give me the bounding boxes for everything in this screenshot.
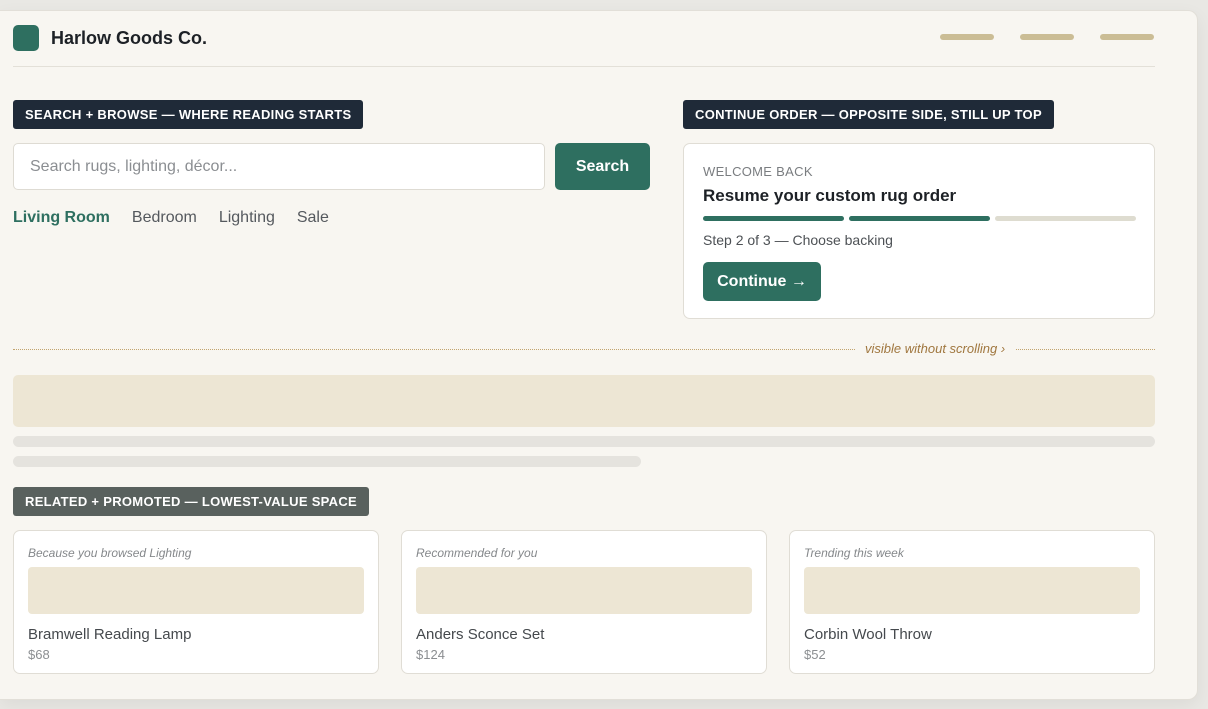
continue-button[interactable]: Continue → — [703, 262, 821, 301]
nav-placeholder-2[interactable] — [1020, 34, 1074, 40]
category-sale[interactable]: Sale — [297, 209, 329, 227]
resume-step-text: Step 2 of 3 — Choose backing — [703, 232, 893, 248]
resume-order-card: WELCOME BACK Resume your custom rug orde… — [683, 143, 1155, 319]
product-card[interactable]: Trending this week Corbin Wool Throw $52 — [789, 530, 1155, 674]
product-card[interactable]: Recommended for you Anders Sconce Set $1… — [401, 530, 767, 674]
placeholder-line — [13, 456, 641, 467]
category-nav: Living Room Bedroom Lighting Sale — [13, 209, 329, 227]
placeholder-line — [13, 436, 1155, 447]
placeholder-banner — [13, 375, 1155, 427]
search-section-tag: Search + Browse — where reading starts — [13, 100, 364, 129]
related-section-tag: Related + promoted — lowest-value space — [13, 487, 370, 516]
product-eyebrow: Recommended for you — [416, 546, 538, 560]
product-eyebrow: Because you browsed Lighting — [28, 546, 192, 560]
category-living-room[interactable]: Living Room — [13, 209, 110, 227]
product-price: $52 — [804, 647, 826, 662]
resume-eyebrow: WELCOME BACK — [703, 164, 813, 179]
header-divider — [13, 66, 1155, 67]
product-eyebrow: Trending this week — [804, 546, 904, 560]
search-button[interactable]: Search — [555, 143, 650, 190]
nav-placeholder-3[interactable] — [1100, 34, 1154, 40]
product-image[interactable] — [28, 567, 364, 614]
site-header: Harlow Goods Co. — [13, 24, 1155, 68]
product-image[interactable] — [804, 567, 1140, 614]
product-price: $68 — [28, 647, 50, 662]
product-price: $124 — [416, 647, 445, 662]
resume-title: Resume your custom rug order — [703, 186, 957, 205]
progress-segment — [849, 216, 990, 221]
nav-placeholder-1[interactable] — [940, 34, 994, 40]
brand-name[interactable]: Harlow Goods Co. — [51, 28, 207, 49]
search-input[interactable] — [13, 143, 545, 190]
category-lighting[interactable]: Lighting — [219, 209, 275, 227]
continue-section-tag: Continue order — opposite side, still up… — [683, 100, 1054, 129]
product-name[interactable]: Anders Sconce Set — [416, 626, 544, 643]
product-name[interactable]: Corbin Wool Throw — [804, 626, 932, 643]
progress-segment — [995, 216, 1136, 221]
product-name[interactable]: Bramwell Reading Lamp — [28, 626, 191, 643]
category-bedroom[interactable]: Bedroom — [132, 209, 197, 227]
product-image[interactable] — [416, 567, 752, 614]
fold-label: visible without scrolling › — [855, 341, 1016, 356]
progress-segment — [703, 216, 844, 221]
product-card[interactable]: Because you browsed Lighting Bramwell Re… — [13, 530, 379, 674]
order-progress-bar — [703, 216, 1136, 222]
logo-icon[interactable] — [13, 25, 39, 51]
